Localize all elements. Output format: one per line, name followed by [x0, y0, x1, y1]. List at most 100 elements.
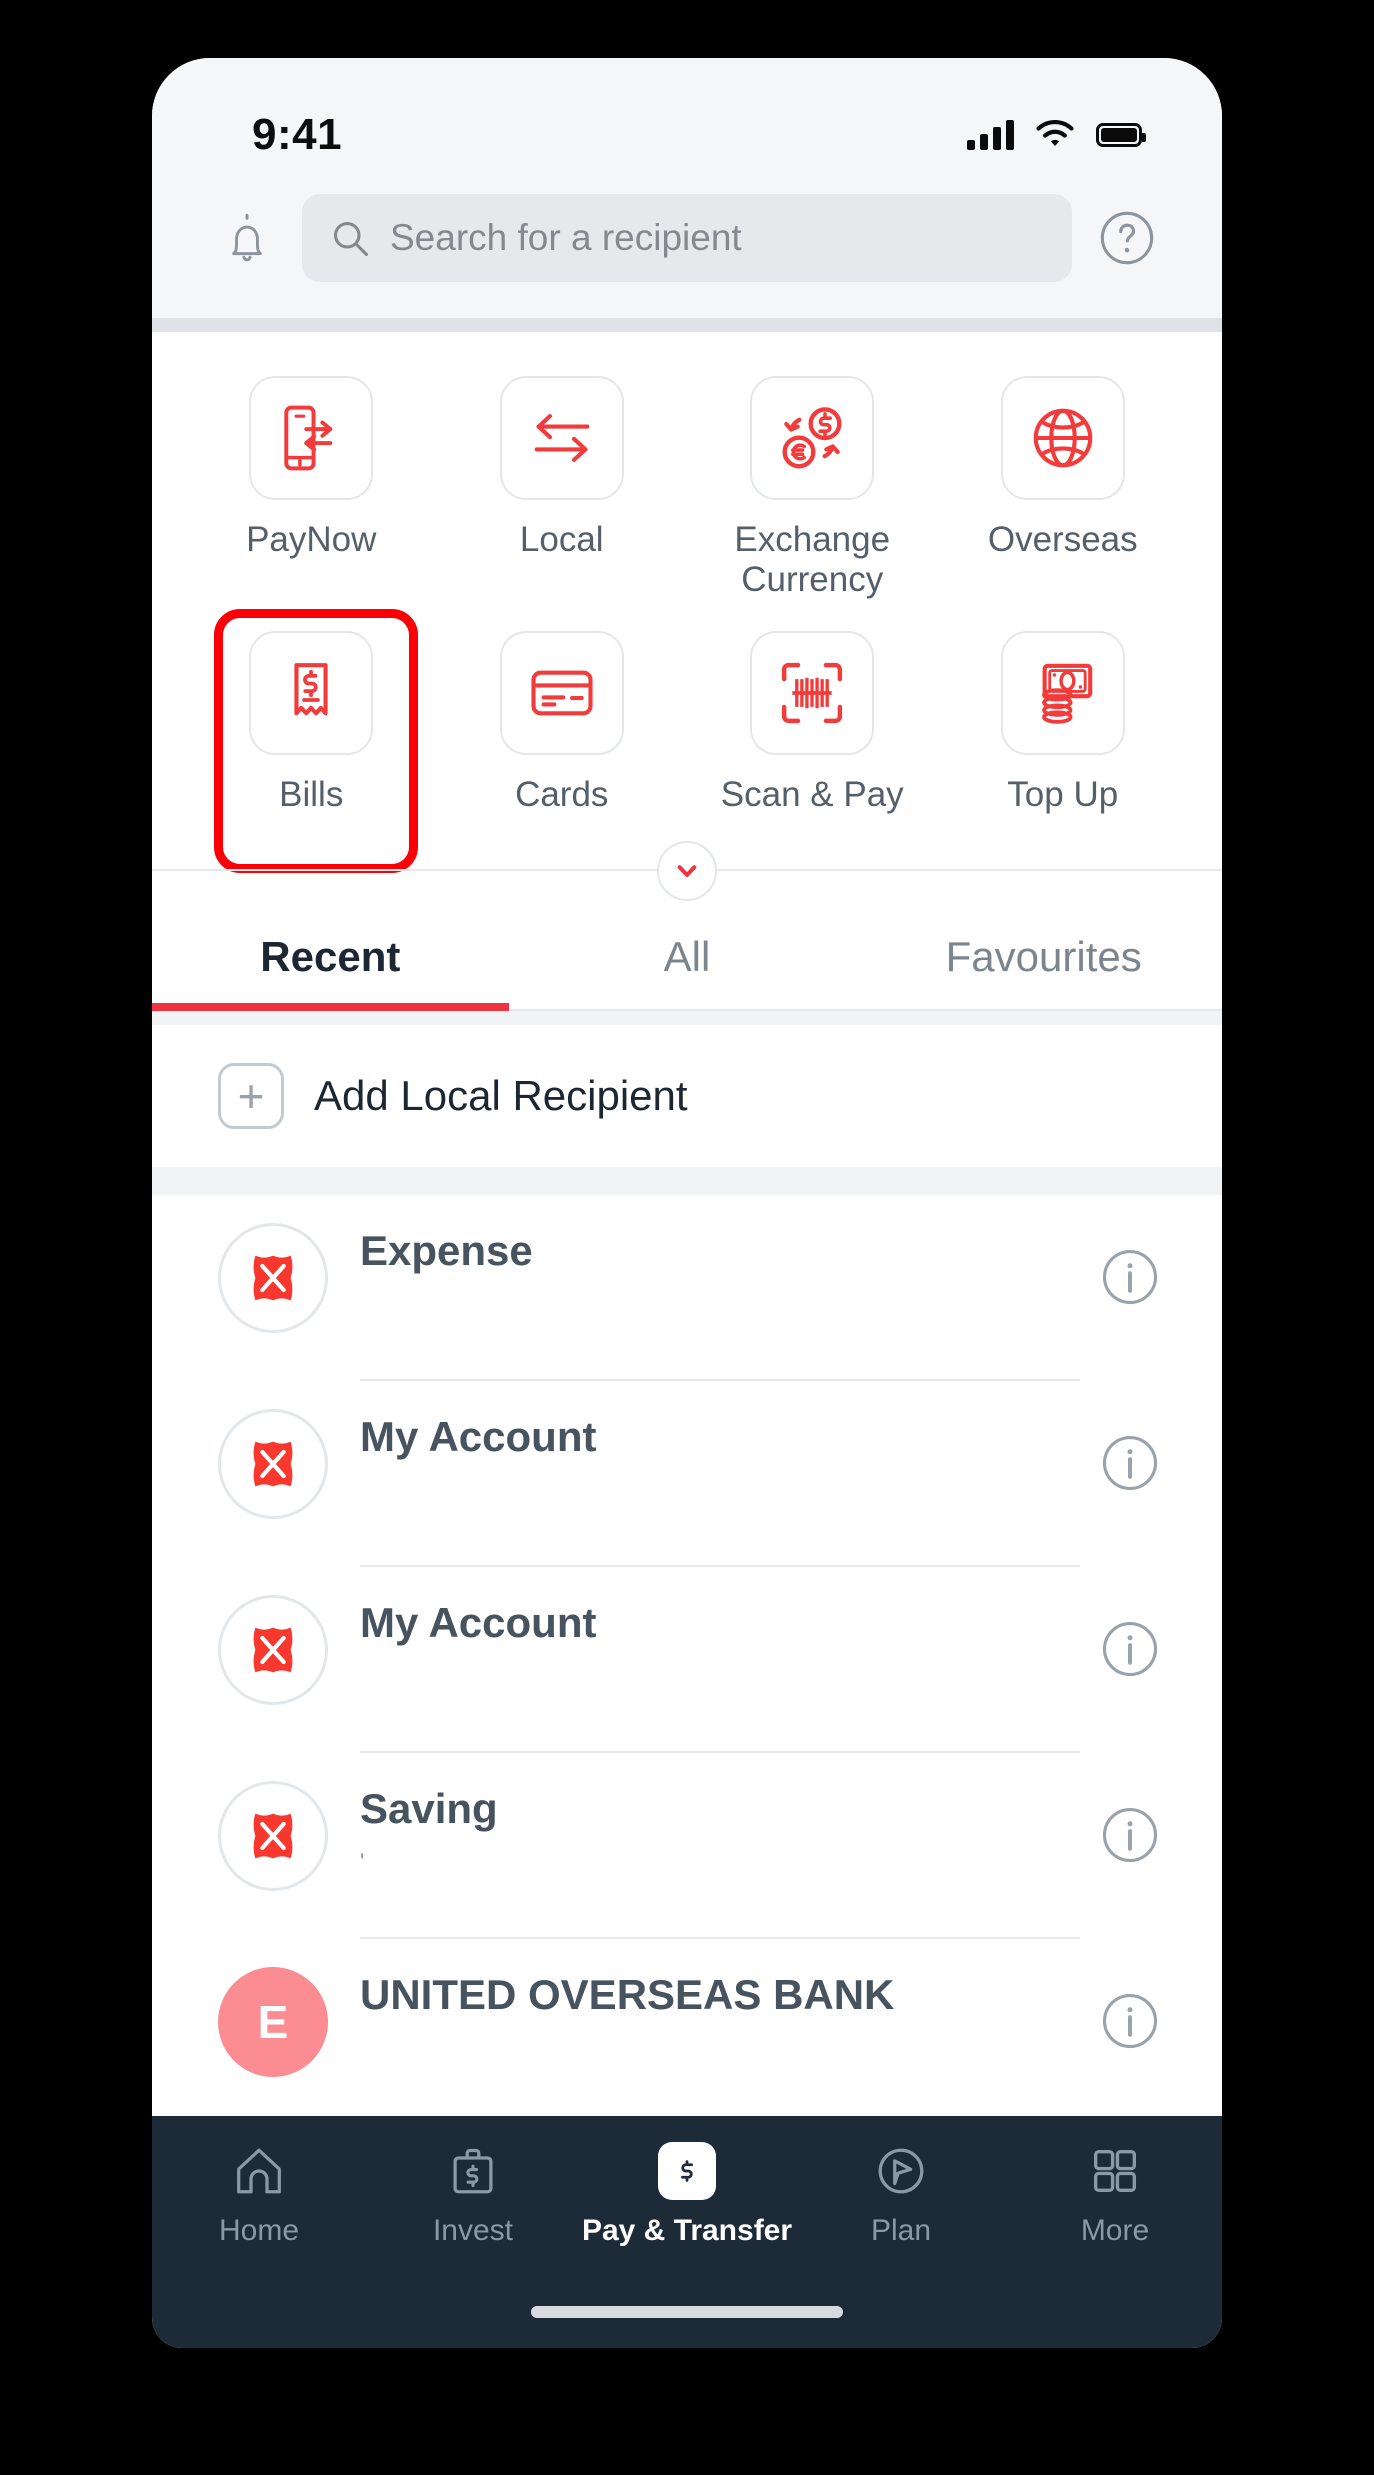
action-label: PayNow — [246, 520, 377, 559]
tabs-spacer — [152, 1010, 1222, 1025]
search-placeholder: Search for a recipient — [390, 217, 742, 258]
paynow-phone-transfer-icon — [284, 405, 333, 471]
action-top-up[interactable]: Top Up — [938, 615, 1189, 823]
avatar-initial: E — [257, 1995, 289, 2048]
avatar — [218, 1408, 328, 1519]
briefcase-dollar-icon — [453, 2148, 493, 2194]
chevron-down-icon — [677, 865, 697, 877]
action-overseas[interactable]: Overseas — [938, 360, 1189, 609]
list-item[interactable]: Expense — [152, 1195, 1222, 1381]
exchange-currency-icon — [782, 407, 842, 469]
avatar — [218, 1780, 328, 1891]
nav-label: Plan — [870, 2214, 932, 2247]
action-label: Scan & Pay — [720, 774, 904, 814]
wifi-icon — [1036, 120, 1074, 147]
compass-icon — [878, 2148, 924, 2194]
action-tile — [1000, 630, 1125, 755]
list-item[interactable]: E UNITED OVERSEAS BANK — [152, 1939, 1222, 2125]
action-scan-and-pay[interactable]: Scan & Pay — [687, 615, 938, 823]
bank-logo-icon — [253, 1813, 293, 1859]
list-item[interactable]: My Account — [152, 1381, 1222, 1567]
nav-label: Invest — [432, 2214, 514, 2247]
list-item[interactable]: My Account — [152, 1567, 1222, 1753]
action-bills[interactable]: Bills — [186, 608, 437, 873]
action-exchange-currency[interactable]: Exchange Currency — [687, 360, 938, 609]
action-label: Local — [519, 520, 604, 559]
action-tile — [750, 376, 875, 500]
action-row-2: Bills Cards Scan & Pay Top Up — [152, 608, 1222, 873]
app-header: Search for a recipient — [152, 190, 1222, 318]
nav-label: Pay & Transfer — [581, 2214, 793, 2247]
status-icons — [967, 119, 1146, 151]
action-tile — [1000, 376, 1125, 500]
action-row-1: PayNow Local Exchange Currency Overseas — [152, 360, 1222, 609]
barcode-scan-icon — [782, 662, 843, 723]
nav-item-home[interactable]: Home — [152, 2142, 366, 2248]
dollar-sign-icon — [681, 2160, 693, 2182]
recipient-list: Expense My Account My Account Saving ' E… — [152, 1194, 1222, 2125]
action-label: Overseas — [987, 520, 1138, 559]
expand-section — [152, 840, 1222, 901]
action-tile — [249, 630, 374, 755]
info-icon[interactable] — [1100, 1433, 1160, 1493]
bank-logo-icon — [253, 1441, 293, 1487]
bank-logo-icon — [253, 1255, 293, 1301]
nav-item-more[interactable]: More — [1008, 2142, 1222, 2248]
action-label: Exchange Currency — [734, 520, 891, 600]
home-icon — [237, 2148, 281, 2194]
action-tile — [499, 376, 624, 500]
home-indicator — [531, 2306, 843, 2318]
bill-receipt-icon — [294, 662, 328, 715]
tab-recent[interactable]: Recent — [152, 933, 509, 1011]
tab-all[interactable]: All — [509, 933, 866, 1011]
expand-more-button[interactable] — [657, 840, 717, 901]
help-circle-icon[interactable] — [1098, 209, 1156, 267]
nav-label: Home — [218, 2214, 300, 2247]
action-label: Cards — [515, 774, 609, 814]
list-item-body: Expense — [360, 1195, 1080, 1381]
list-item-body: My Account — [360, 1567, 1080, 1753]
nav-item-pay-and-transfer[interactable]: Pay & Transfer — [580, 2142, 794, 2248]
action-local[interactable]: Local — [437, 360, 688, 609]
phone-frame: 9:41 Search for a recipient PayNow Local… — [152, 58, 1222, 2348]
recipient-name: UNITED OVERSEAS BANK — [360, 1970, 895, 2018]
cellular-signal-icon — [967, 120, 1014, 150]
nav-item-plan[interactable]: Plan — [794, 2142, 1008, 2248]
globe-icon — [1033, 408, 1093, 468]
nav-label: More — [1080, 2214, 1150, 2247]
action-grid: PayNow Local Exchange Currency Overseas … — [152, 332, 1222, 901]
grid-menu-icon — [1093, 2149, 1137, 2193]
add-local-recipient-label: Add Local Recipient — [314, 1071, 688, 1119]
recipient-name: My Account — [360, 1598, 597, 1646]
add-local-recipient-button[interactable]: + Add Local Recipient — [152, 1024, 1222, 1167]
nav-item-invest[interactable]: Invest — [366, 2142, 580, 2248]
battery-icon — [1096, 123, 1146, 147]
avatar: E — [218, 1966, 328, 2077]
avatar — [218, 1222, 328, 1333]
notification-bell-icon[interactable] — [218, 209, 276, 267]
list-spacer — [152, 1166, 1222, 1195]
recipient-sub: ' — [360, 1848, 365, 1874]
list-item-body: My Account — [360, 1381, 1080, 1567]
info-icon[interactable] — [1100, 1805, 1160, 1865]
info-icon[interactable] — [1100, 1619, 1160, 1679]
list-item-body: UNITED OVERSEAS BANK — [360, 1939, 1080, 2125]
recipient-name: Expense — [360, 1226, 533, 1274]
bottom-navigation: Home Invest Pay & Transfer Plan More — [152, 2116, 1222, 2348]
info-icon[interactable] — [1100, 1991, 1160, 2051]
search-input[interactable]: Search for a recipient — [302, 194, 1072, 282]
recipient-name: Saving — [360, 1784, 498, 1832]
list-item-body: Saving ' — [360, 1753, 1080, 1939]
avatar — [218, 1594, 328, 1705]
plus-icon: + — [218, 1062, 284, 1129]
action-tile — [499, 630, 624, 755]
action-paynow[interactable]: PayNow — [186, 360, 437, 609]
tab-favourites[interactable]: Favourites — [865, 933, 1222, 1011]
search-icon — [333, 221, 369, 257]
action-cards[interactable]: Cards — [437, 615, 688, 823]
recipient-name: My Account — [360, 1412, 597, 1460]
info-icon[interactable] — [1100, 1247, 1160, 1307]
list-item[interactable]: Saving ' — [152, 1753, 1222, 1939]
action-tile — [750, 630, 875, 755]
header-divider — [152, 318, 1222, 332]
